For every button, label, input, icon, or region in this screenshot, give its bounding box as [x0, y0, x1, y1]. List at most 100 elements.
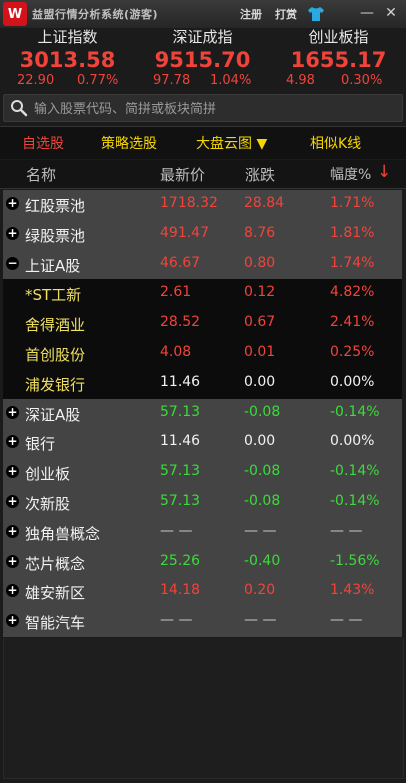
group-row[interactable]: + 雄安新区 14.18 0.20 1.43%	[3, 577, 402, 608]
app-logo: W	[3, 2, 27, 26]
index-pct: 0.30%	[341, 73, 383, 88]
expand-icon[interactable]: +	[6, 405, 19, 419]
stock-row[interactable]: 浦发银行 11.46 0.00 0.00%	[3, 368, 402, 399]
minimize-button[interactable]: —	[358, 4, 376, 22]
stock-row[interactable]: 首创股份 4.08 0.01 0.25%	[3, 338, 402, 369]
tab-bar: 自选股 策略选股 大盘云图 ▼ 相似K线	[0, 126, 406, 159]
index-chinext[interactable]: 创业板指 1655.17 4.98 0.30%	[271, 28, 406, 92]
row-name: 创业板	[25, 465, 71, 484]
donate-link[interactable]: 打赏	[275, 6, 297, 22]
row-change: -0.08	[244, 492, 281, 509]
row-price: — —	[160, 522, 193, 539]
collapse-icon[interactable]: −	[6, 256, 19, 270]
tab-strategy-picks[interactable]: 策略选股	[101, 133, 157, 153]
index-name: 深证成指	[172, 28, 233, 46]
row-name: 独角兽概念	[25, 524, 101, 543]
index-panel: 上证指数 3013.58 22.90 0.77% 深证成指 9515.70 97…	[0, 28, 406, 92]
row-name: 绿股票池	[25, 226, 86, 245]
stock-row[interactable]: *ST工新 2.61 0.12 4.82%	[3, 279, 402, 310]
expand-icon[interactable]: +	[6, 494, 19, 508]
row-pct: 1.43%	[330, 582, 375, 599]
row-change: -0.40	[244, 552, 281, 569]
search-input[interactable]	[32, 98, 396, 120]
row-pct: — —	[330, 612, 363, 629]
row-name: 雄安新区	[25, 584, 86, 603]
row-price: 28.52	[160, 314, 201, 331]
group-row[interactable]: + 银行 11.46 0.00 0.00%	[3, 428, 402, 459]
row-price: 46.67	[160, 254, 201, 271]
row-price: 11.46	[160, 373, 201, 390]
header-name[interactable]: 名称	[26, 164, 56, 185]
row-pct: 0.00%	[330, 433, 375, 450]
tshirt-icon[interactable]	[306, 4, 326, 24]
header-pct[interactable]: 幅度%	[330, 164, 371, 184]
group-row[interactable]: + 红股票池 1718.32 28.84 1.71%	[3, 190, 402, 220]
sort-arrow-icon[interactable]: ↓	[377, 162, 391, 182]
group-row[interactable]: + 次新股 57.13 -0.08 -0.14%	[3, 487, 402, 518]
row-price: 11.46	[160, 433, 201, 450]
expand-icon[interactable]: +	[6, 524, 19, 538]
group-row[interactable]: − 上证A股 46.67 0.80 1.74%	[3, 249, 402, 280]
row-price: 57.13	[160, 403, 201, 420]
close-button[interactable]: ✕	[382, 4, 400, 22]
row-change: 0.00	[244, 373, 276, 390]
expand-icon[interactable]: +	[6, 554, 19, 568]
expand-icon[interactable]: +	[6, 435, 19, 449]
row-change: 0.12	[244, 284, 276, 301]
row-name: 银行	[25, 435, 56, 454]
row-change: 0.80	[244, 254, 276, 271]
row-name: 红股票池	[25, 197, 86, 215]
group-row[interactable]: + 独角兽概念 — — — — — —	[3, 517, 402, 548]
row-change: 0.67	[244, 314, 276, 331]
index-pct: 1.04%	[210, 73, 252, 88]
row-price: 2.61	[160, 284, 192, 301]
tab-similar-kline[interactable]: 相似K线	[310, 133, 361, 153]
expand-icon[interactable]: +	[6, 614, 19, 628]
row-change: -0.08	[244, 403, 281, 420]
row-name: *ST工新	[25, 286, 82, 305]
index-change: 22.90	[17, 73, 55, 88]
index-change: 4.98	[286, 73, 315, 88]
row-name: 浦发银行	[25, 375, 86, 394]
row-name: 上证A股	[25, 256, 81, 275]
header-price[interactable]: 最新价	[160, 164, 205, 185]
row-price: 25.26	[160, 552, 201, 569]
index-shenzhen[interactable]: 深证成指 9515.70 97.78 1.04%	[135, 28, 270, 92]
row-price: 57.13	[160, 463, 201, 480]
group-row[interactable]: + 智能汽车 — — — — — —	[3, 607, 402, 637]
expand-icon[interactable]: +	[6, 226, 19, 240]
register-link[interactable]: 注册	[240, 6, 262, 22]
row-pct: 2.41%	[330, 314, 375, 331]
expand-icon[interactable]: +	[6, 465, 19, 479]
tab-watchlist[interactable]: 自选股	[22, 133, 64, 153]
row-change: 0.01	[244, 343, 276, 360]
group-row[interactable]: + 深证A股 57.13 -0.08 -0.14%	[3, 398, 402, 429]
empty-panel	[3, 638, 404, 779]
search-box[interactable]	[3, 94, 403, 122]
row-change: — —	[244, 522, 277, 539]
index-price: 9515.70	[154, 48, 251, 72]
tab-market-cloud[interactable]: 大盘云图 ▼	[196, 133, 267, 153]
row-name: 舍得酒业	[25, 316, 86, 335]
index-shanghai[interactable]: 上证指数 3013.58 22.90 0.77%	[0, 28, 135, 92]
row-pct: -0.14%	[330, 403, 380, 420]
group-row[interactable]: + 绿股票池 491.47 8.76 1.81%	[3, 219, 402, 250]
stock-row[interactable]: 舍得酒业 28.52 0.67 2.41%	[3, 309, 402, 339]
row-name: 智能汽车	[25, 614, 86, 633]
group-row[interactable]: + 芯片概念 25.26 -0.40 -1.56%	[3, 547, 402, 578]
app-title: 益盟行情分析系统(游客)	[32, 8, 159, 21]
index-price: 3013.58	[19, 48, 116, 72]
row-price: 57.13	[160, 492, 201, 509]
row-pct: -0.14%	[330, 463, 380, 480]
expand-icon[interactable]: +	[6, 584, 19, 598]
header-change[interactable]: 涨跌	[245, 164, 275, 185]
row-pct: 0.00%	[330, 373, 375, 390]
index-change: 97.78	[153, 73, 191, 88]
row-pct: — —	[330, 522, 363, 539]
row-pct: -0.14%	[330, 492, 380, 509]
group-row[interactable]: + 创业板 57.13 -0.08 -0.14%	[3, 458, 402, 488]
title-bar: W 益盟行情分析系统(游客) 注册 打赏 — ✕	[0, 0, 406, 28]
expand-icon[interactable]: +	[6, 197, 19, 210]
index-name: 上证指数	[37, 28, 98, 46]
table-header: 名称 最新价 涨跌 幅度% ↓	[0, 160, 406, 189]
